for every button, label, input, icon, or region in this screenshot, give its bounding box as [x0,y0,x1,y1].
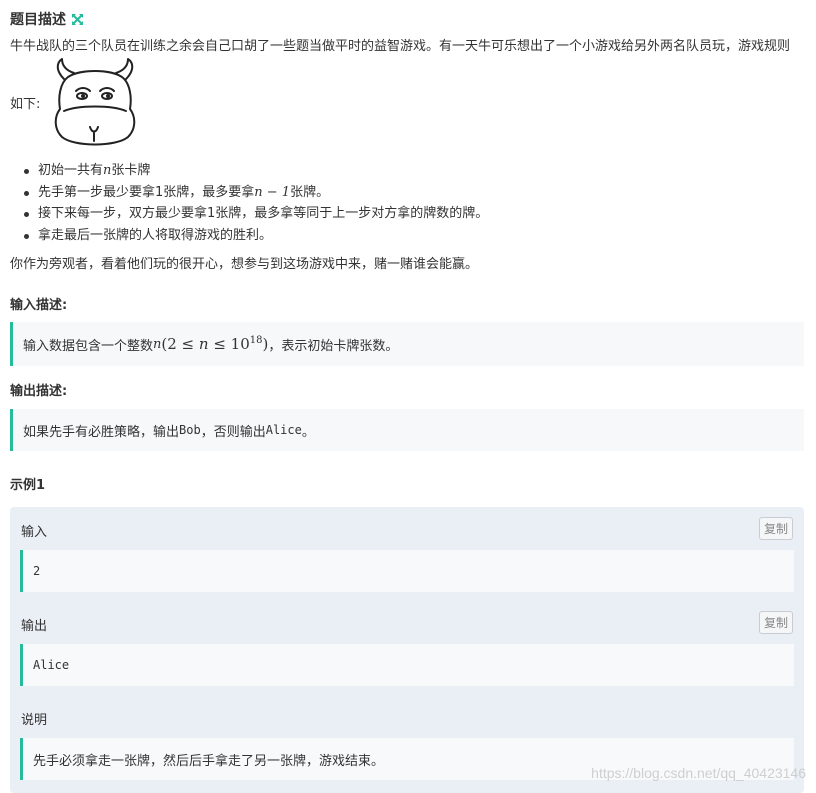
list-item: 先手第一步最少要拿1张牌，最多要拿n − 1张牌。 [22,182,488,204]
input-desc-title: 输入描述: [10,298,68,313]
example-input-value: 2 [20,550,794,592]
alice-code: Alice [265,423,302,437]
list-item: 初始一共有n张卡牌 [22,160,488,182]
bob-code: Bob [179,423,201,437]
example-output-value: Alice [20,644,794,686]
input-desc-box: 输入数据包含一个整数 n (2 ≤ n ≤ 1018) ，表示初始卡牌张数。 [10,322,804,366]
example-title: 示例1 [10,478,46,493]
list-item: 拿走最后一张牌的人将取得游戏的胜利。 [22,225,488,247]
rules-list: 初始一共有n张卡牌 先手第一步最少要拿1张牌，最多要拿n − 1张牌。 接下来每… [22,160,488,246]
intro-text: 牛牛战队的三个队员在训练之余会自己口胡了一些题当做平时的益智游戏。有一天牛可乐想… [10,39,791,54]
watermark: https://blog.csdn.net/qq_40423146 [591,765,806,781]
output-desc-box: 如果先手有必胜策略，输出 Bob ，否则输出 Alice。 [10,409,804,451]
problem-header: 题目描述 [10,9,84,29]
intro-text-continued: 如下: [10,97,41,112]
page-title: 题目描述 [10,12,66,28]
copy-input-button[interactable]: 复制 [759,517,793,540]
expand-arrows-icon[interactable] [71,13,84,26]
example-panel: 输入 复制 2 输出 复制 Alice 说明 先手必须拿走一张牌，然后后手拿走了… [10,507,804,793]
list-item: 接下来每一步，双方最少要拿1张牌，最多拿等同于上一步对方拿的牌数的牌。 [22,203,488,225]
copy-output-button[interactable]: 复制 [759,611,793,634]
spectator-text: 你作为旁观者，看着他们玩的很开心，想参与到这场游戏中来，赌一赌谁会能赢。 [10,257,479,272]
cartoon-cow-icon [50,57,140,149]
example-explain-label: 说明 [21,713,48,728]
output-desc-title: 输出描述: [10,384,68,399]
example-input-label: 输入 [21,525,48,540]
example-output-label: 输出 [21,619,48,634]
